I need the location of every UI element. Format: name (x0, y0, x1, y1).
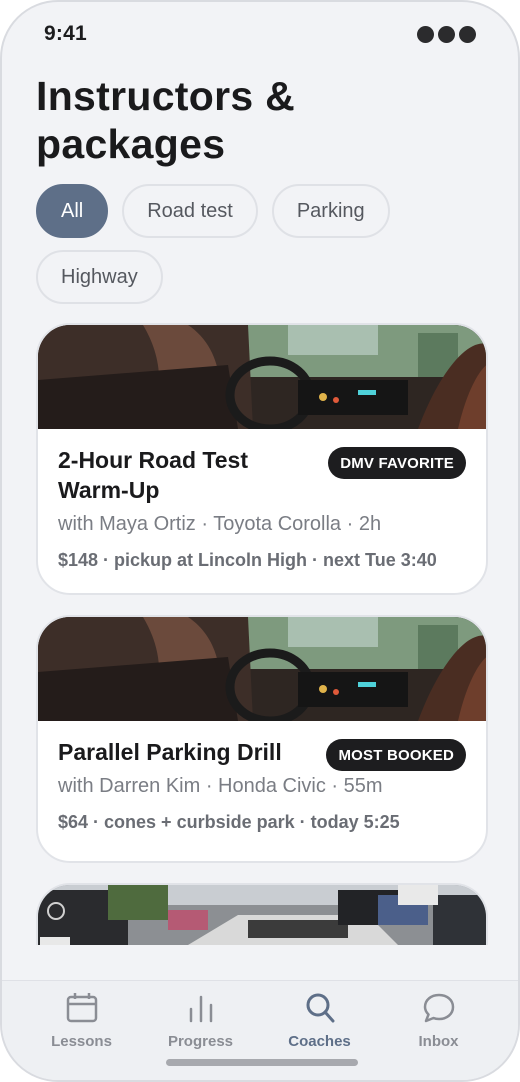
phone-frame: 9:41 Instructors & packages All Road tes… (0, 0, 520, 1082)
home-indicator (166, 1059, 358, 1066)
package-card[interactable]: Parallel Parking Drill MOST BOOKED with … (36, 615, 488, 863)
tab-label: Inbox (418, 1033, 459, 1050)
tab-label: Coaches (288, 1033, 351, 1050)
chat-bubble-icon (423, 993, 454, 1023)
package-instructor: with Maya Ortiz · Toyota Corolla · 2h (58, 513, 382, 535)
package-card[interactable]: 2-Hour Road Test Warm-Up DMV FAVORITE wi… (36, 323, 488, 595)
search-icon (306, 993, 334, 1023)
filter-chip-road-test[interactable]: Road test (122, 184, 258, 238)
card-photo-driving (38, 325, 486, 429)
calendar-icon (66, 993, 97, 1023)
bar-chart-icon (189, 995, 212, 1023)
package-card[interactable] (36, 883, 488, 945)
package-title: 2-Hour Road Test Warm-Up (58, 447, 248, 503)
package-title: Parallel Parking Drill (58, 739, 282, 765)
tab-progress[interactable]: Progress (151, 989, 251, 1080)
filter-chip-all[interactable]: All (36, 184, 109, 238)
package-badge: MOST BOOKED (326, 739, 466, 771)
tab-coaches[interactable]: Coaches (270, 989, 370, 1080)
status-dot (459, 25, 476, 43)
package-details: $64 · cones + curbside park · today 5:25 (58, 812, 400, 832)
tab-inbox[interactable]: Inbox (389, 989, 489, 1080)
tab-label: Progress (167, 1033, 234, 1050)
tab-bar: Lessons Progress Coaches Inbox (2, 980, 518, 1080)
status-bar: 9:41 (44, 18, 476, 50)
status-dot (417, 25, 434, 43)
card-photo-driving (38, 617, 486, 721)
status-indicators (417, 25, 476, 43)
package-instructor: with Darren Kim · Honda Civic · 55m (58, 775, 383, 797)
filter-chips: All Road test Parking Highway (36, 184, 476, 304)
package-badge: DMV FAVORITE (328, 447, 466, 479)
tab-lessons[interactable]: Lessons (32, 989, 132, 1080)
filter-chip-highway[interactable]: Highway (36, 250, 163, 304)
card-photo-parking-lot (38, 885, 486, 945)
page-title: Instructors & packages (36, 73, 296, 167)
package-details: $148 · pickup at Lincoln High · next Tue… (58, 550, 437, 570)
status-dot (438, 25, 455, 43)
tab-label: Lessons (51, 1033, 112, 1050)
status-time: 9:41 (44, 22, 87, 45)
filter-chip-parking[interactable]: Parking (271, 184, 390, 238)
